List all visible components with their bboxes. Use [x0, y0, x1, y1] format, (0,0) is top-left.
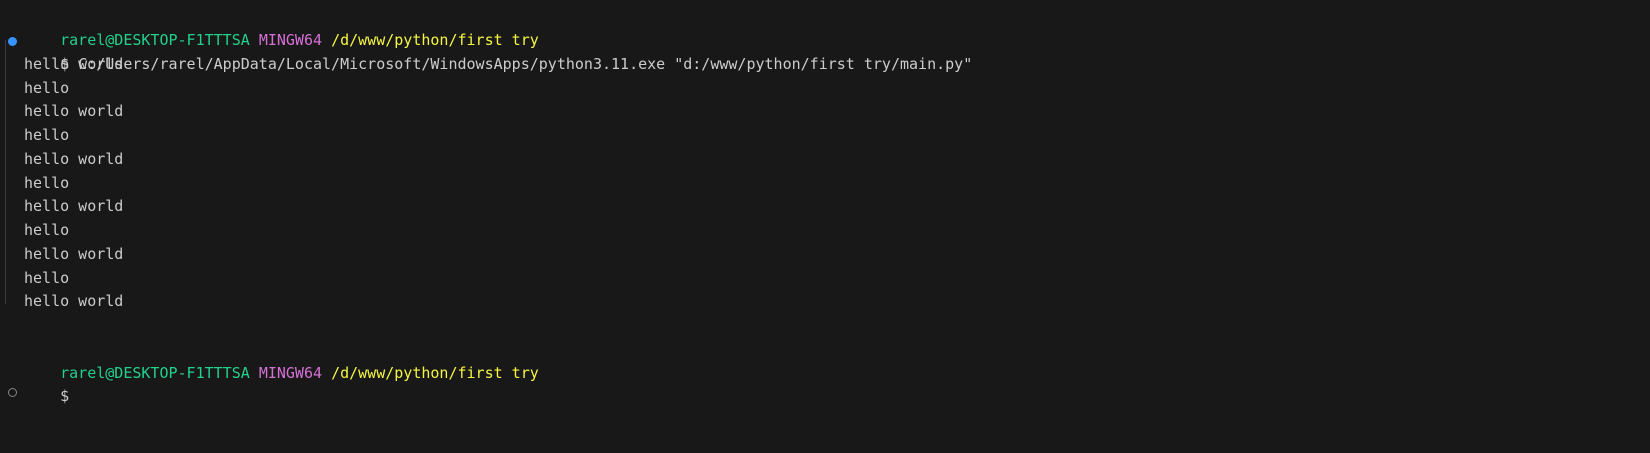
- output-line: hello: [24, 269, 70, 287]
- output-line: hello world: [24, 102, 124, 120]
- output-line: hello world: [24, 292, 124, 310]
- output-line: hello: [24, 126, 70, 144]
- output-line: hello world: [24, 197, 124, 215]
- command-gutter-bar: [5, 40, 6, 304]
- input-line[interactable]: $: [24, 360, 69, 405]
- prompt-symbol: $: [60, 387, 70, 405]
- prompt-path: /d/www/python/first try: [331, 364, 539, 382]
- output-line: hello: [24, 79, 70, 97]
- prompt-user: rarel@DESKTOP-F1TTTSA: [60, 364, 250, 382]
- output-line: hello: [24, 174, 70, 192]
- command-success-icon[interactable]: [8, 37, 17, 46]
- command-line: $ C:/Users/rarel/AppData/Local/Microsoft…: [24, 28, 972, 73]
- terminal-panel[interactable]: rarel@DESKTOP-F1TTTSA MINGW64 /d/www/pyt…: [0, 0, 1650, 453]
- output-line: hello: [24, 221, 70, 239]
- prompt-line-1: rarel@DESKTOP-F1TTTSA MINGW64 /d/www/pyt…: [24, 4, 539, 49]
- output-line: hello world: [24, 245, 124, 263]
- prompt-line-2: rarel@DESKTOP-F1TTTSA MINGW64 /d/www/pyt…: [24, 337, 539, 382]
- prompt-env: MINGW64: [258, 364, 323, 382]
- output-line: hello world: [24, 55, 124, 73]
- output-line: hello world: [24, 150, 124, 168]
- command-pending-icon[interactable]: [8, 388, 17, 397]
- command-text: C:/Users/rarel/AppData/Local/Microsoft/W…: [78, 55, 973, 73]
